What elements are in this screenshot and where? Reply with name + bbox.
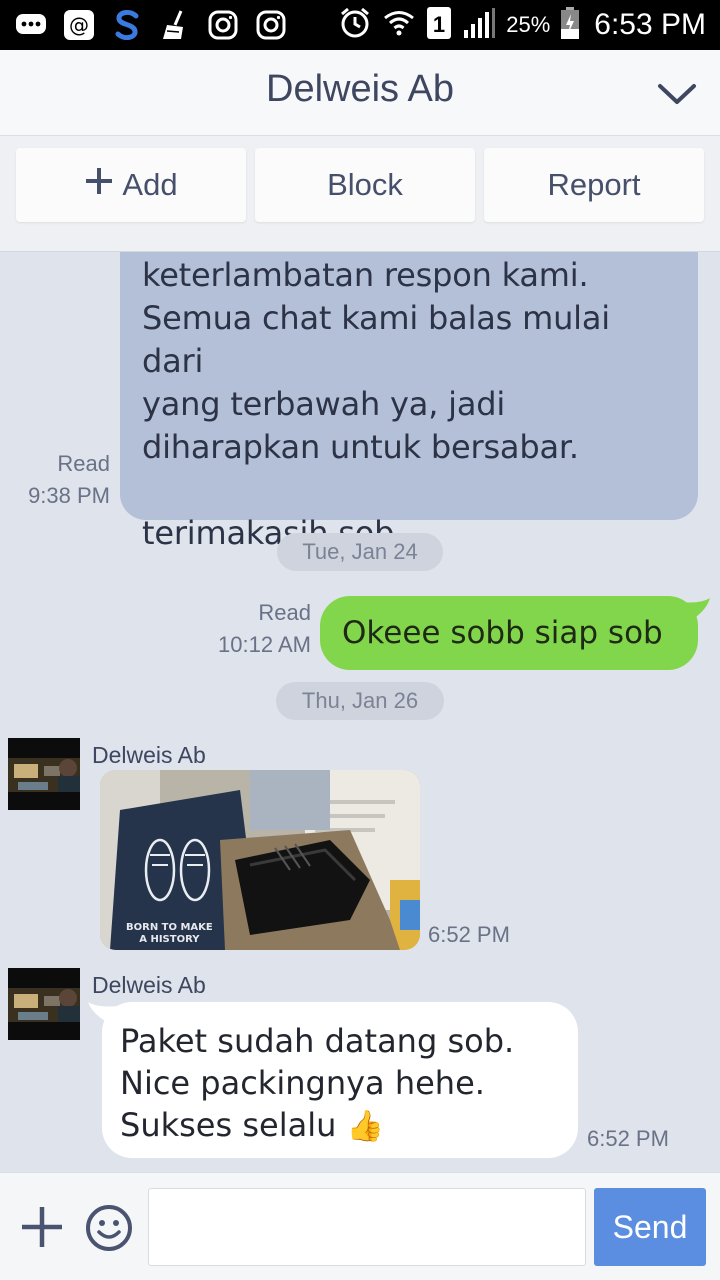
read-status: Read bbox=[57, 451, 110, 476]
report-button[interactable]: Report bbox=[484, 148, 704, 222]
notification-icons: @ bbox=[14, 6, 288, 44]
sender-name: Delweis Ab bbox=[92, 972, 206, 998]
chat-title: Delweis Ab bbox=[266, 68, 454, 110]
messages-icon bbox=[14, 8, 48, 42]
message-text: keterlambatan respon kami. Semua chat ka… bbox=[142, 256, 610, 552]
message-time: 6:52 PM bbox=[587, 1126, 669, 1151]
add-button[interactable]: Add bbox=[16, 148, 246, 222]
message-meta: Read 10:12 AM bbox=[200, 597, 311, 661]
date-separator: Tue, Jan 24 bbox=[277, 533, 443, 571]
plus-icon[interactable] bbox=[20, 1205, 64, 1249]
instagram-icon bbox=[206, 8, 240, 42]
date-separator: Thu, Jan 26 bbox=[276, 682, 444, 720]
swype-icon bbox=[110, 8, 144, 42]
at-icon: @ bbox=[62, 8, 96, 42]
emoji-icon[interactable] bbox=[84, 1203, 134, 1253]
chat-area[interactable]: keterlambatan respon kami. Semua chat ka… bbox=[0, 252, 720, 1172]
read-status: Read bbox=[258, 600, 311, 625]
message-bubble[interactable]: keterlambatan respon kami. Semua chat ka… bbox=[120, 252, 698, 552]
message-time: 9:38 PM bbox=[28, 483, 110, 508]
battery-icon bbox=[560, 6, 580, 44]
sent-message-bubble[interactable]: Okeee sobb siap sob bbox=[320, 596, 698, 670]
status-bar: @ 1 25% 6:53 PM bbox=[0, 0, 720, 50]
action-bar: Add Block Report bbox=[0, 136, 720, 252]
chevron-down-icon[interactable] bbox=[656, 76, 698, 112]
sender-name: Delweis Ab bbox=[92, 742, 206, 768]
sim-icon: 1 bbox=[426, 6, 452, 44]
instagram-icon bbox=[254, 8, 288, 42]
photo-caption: BORN TO MAKE A HISTORY bbox=[126, 922, 213, 945]
message-text: Paket sudah datang sob. Nice packingnya … bbox=[120, 1020, 514, 1148]
wifi-icon bbox=[382, 6, 416, 44]
battery-percent: 25% bbox=[506, 12, 551, 37]
signal-icon bbox=[462, 6, 496, 44]
received-message-bubble[interactable]: Paket sudah datang sob. Nice packingnya … bbox=[102, 1002, 578, 1158]
message-time: 10:12 AM bbox=[218, 632, 311, 657]
clock: 6:53 PM bbox=[594, 8, 706, 41]
alarm-icon bbox=[338, 6, 372, 44]
block-button[interactable]: Block bbox=[255, 148, 475, 222]
send-button[interactable]: Send bbox=[594, 1188, 706, 1266]
message-text: Okeee sobb siap sob bbox=[342, 615, 663, 651]
thumbs-up-icon: 👍 bbox=[346, 1109, 384, 1144]
block-label: Block bbox=[327, 167, 403, 202]
avatar[interactable] bbox=[8, 968, 80, 1040]
photo-attachment[interactable]: BORN TO MAKE A HISTORY bbox=[100, 770, 420, 950]
system-indicators: 1 25% 6:53 PM bbox=[338, 0, 706, 50]
svg-text:@: @ bbox=[69, 13, 89, 37]
message-time: 6:52 PM bbox=[428, 922, 510, 947]
add-label: Add bbox=[122, 167, 178, 202]
svg-text:1: 1 bbox=[433, 12, 445, 37]
cleaner-icon bbox=[158, 8, 192, 42]
chat-header: Delweis Ab bbox=[0, 50, 720, 136]
message-input[interactable] bbox=[148, 1188, 586, 1266]
report-label: Report bbox=[547, 167, 641, 202]
message-meta: Read 9:38 PM bbox=[10, 448, 110, 512]
plus-icon bbox=[84, 163, 114, 203]
input-bar: Send bbox=[0, 1172, 720, 1280]
avatar[interactable] bbox=[8, 738, 80, 810]
